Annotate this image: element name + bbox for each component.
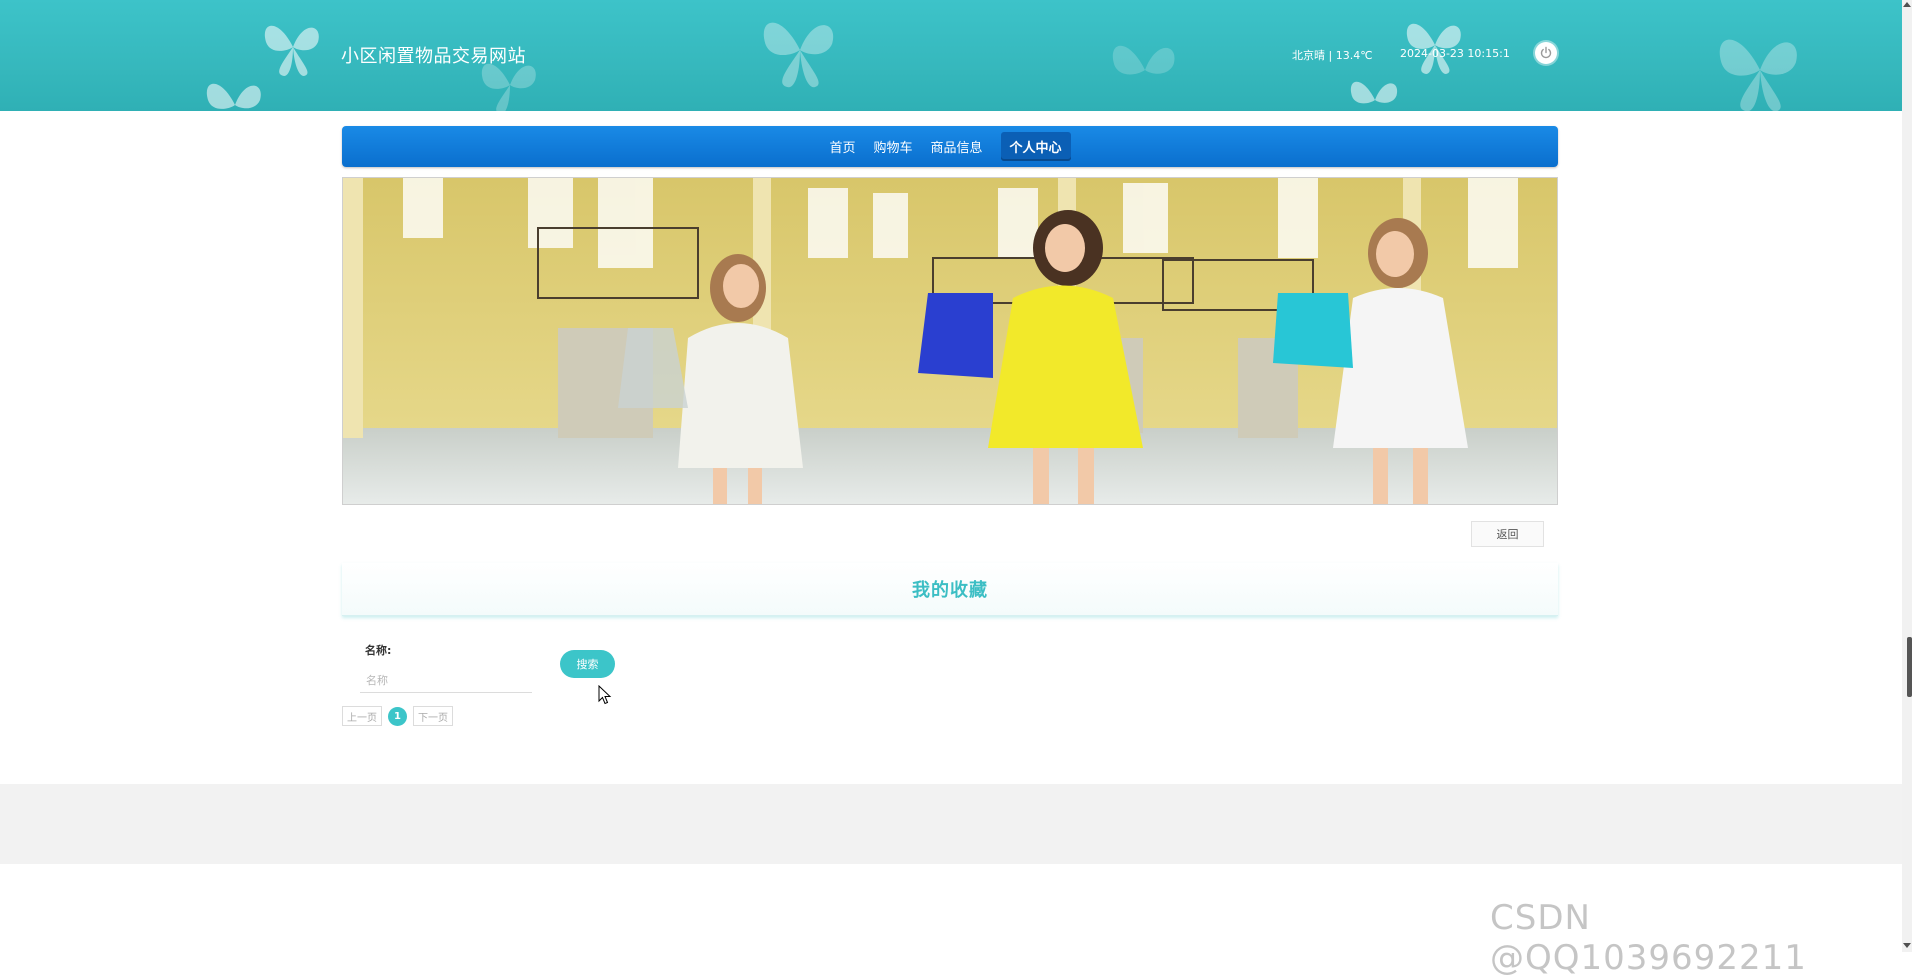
vertical-scrollbar[interactable] <box>1902 0 1912 952</box>
next-page-button[interactable]: 下一页 <box>413 706 453 726</box>
weather-display: 北京晴 | 13.4℃ <box>1292 49 1373 62</box>
back-button[interactable]: 返回 <box>1471 521 1544 547</box>
search-label: 名称: <box>365 644 392 657</box>
search-button[interactable]: 搜索 <box>560 650 615 678</box>
site-title: 小区闲置物品交易网站 <box>341 46 526 67</box>
search-input[interactable] <box>360 668 532 693</box>
page-footer <box>0 784 1902 864</box>
section-header: 我的收藏 <box>342 563 1558 616</box>
nav-item-personal-center[interactable]: 个人中心 <box>1000 132 1071 161</box>
butterfly-decoration <box>763 22 834 88</box>
butterfly-decoration <box>1112 45 1175 75</box>
mouse-cursor-icon <box>598 685 612 705</box>
main-nav: 首页 购物车 商品信息 个人中心 <box>342 126 1558 167</box>
site-header: 小区闲置物品交易网站 北京晴 | 13.4℃ 2024-03-23 10:15:… <box>0 0 1902 111</box>
butterfly-decoration <box>1350 81 1398 104</box>
page-title: 我的收藏 <box>912 580 988 601</box>
pagination: 上一页 1 下一页 <box>342 706 453 726</box>
banner-image <box>342 177 1558 505</box>
nav-item-products[interactable]: 商品信息 <box>931 133 983 160</box>
nav-item-home[interactable]: 首页 <box>829 133 855 160</box>
scroll-up-arrow-icon[interactable] <box>1903 2 1911 7</box>
scrollbar-thumb[interactable] <box>1907 637 1912 697</box>
datetime-display: 2024-03-23 10:15:1 <box>1400 47 1510 60</box>
watermark: CSDN @QQ1039692211 <box>1490 898 1807 978</box>
logout-button[interactable] <box>1535 42 1557 64</box>
butterfly-decoration <box>206 83 261 109</box>
prev-page-button[interactable]: 上一页 <box>342 706 382 726</box>
nav-item-cart[interactable]: 购物车 <box>873 133 912 160</box>
banner-illustration <box>343 178 1557 504</box>
page-number-current[interactable]: 1 <box>388 706 407 726</box>
butterfly-decoration <box>1719 39 1797 111</box>
power-icon <box>1540 46 1552 59</box>
